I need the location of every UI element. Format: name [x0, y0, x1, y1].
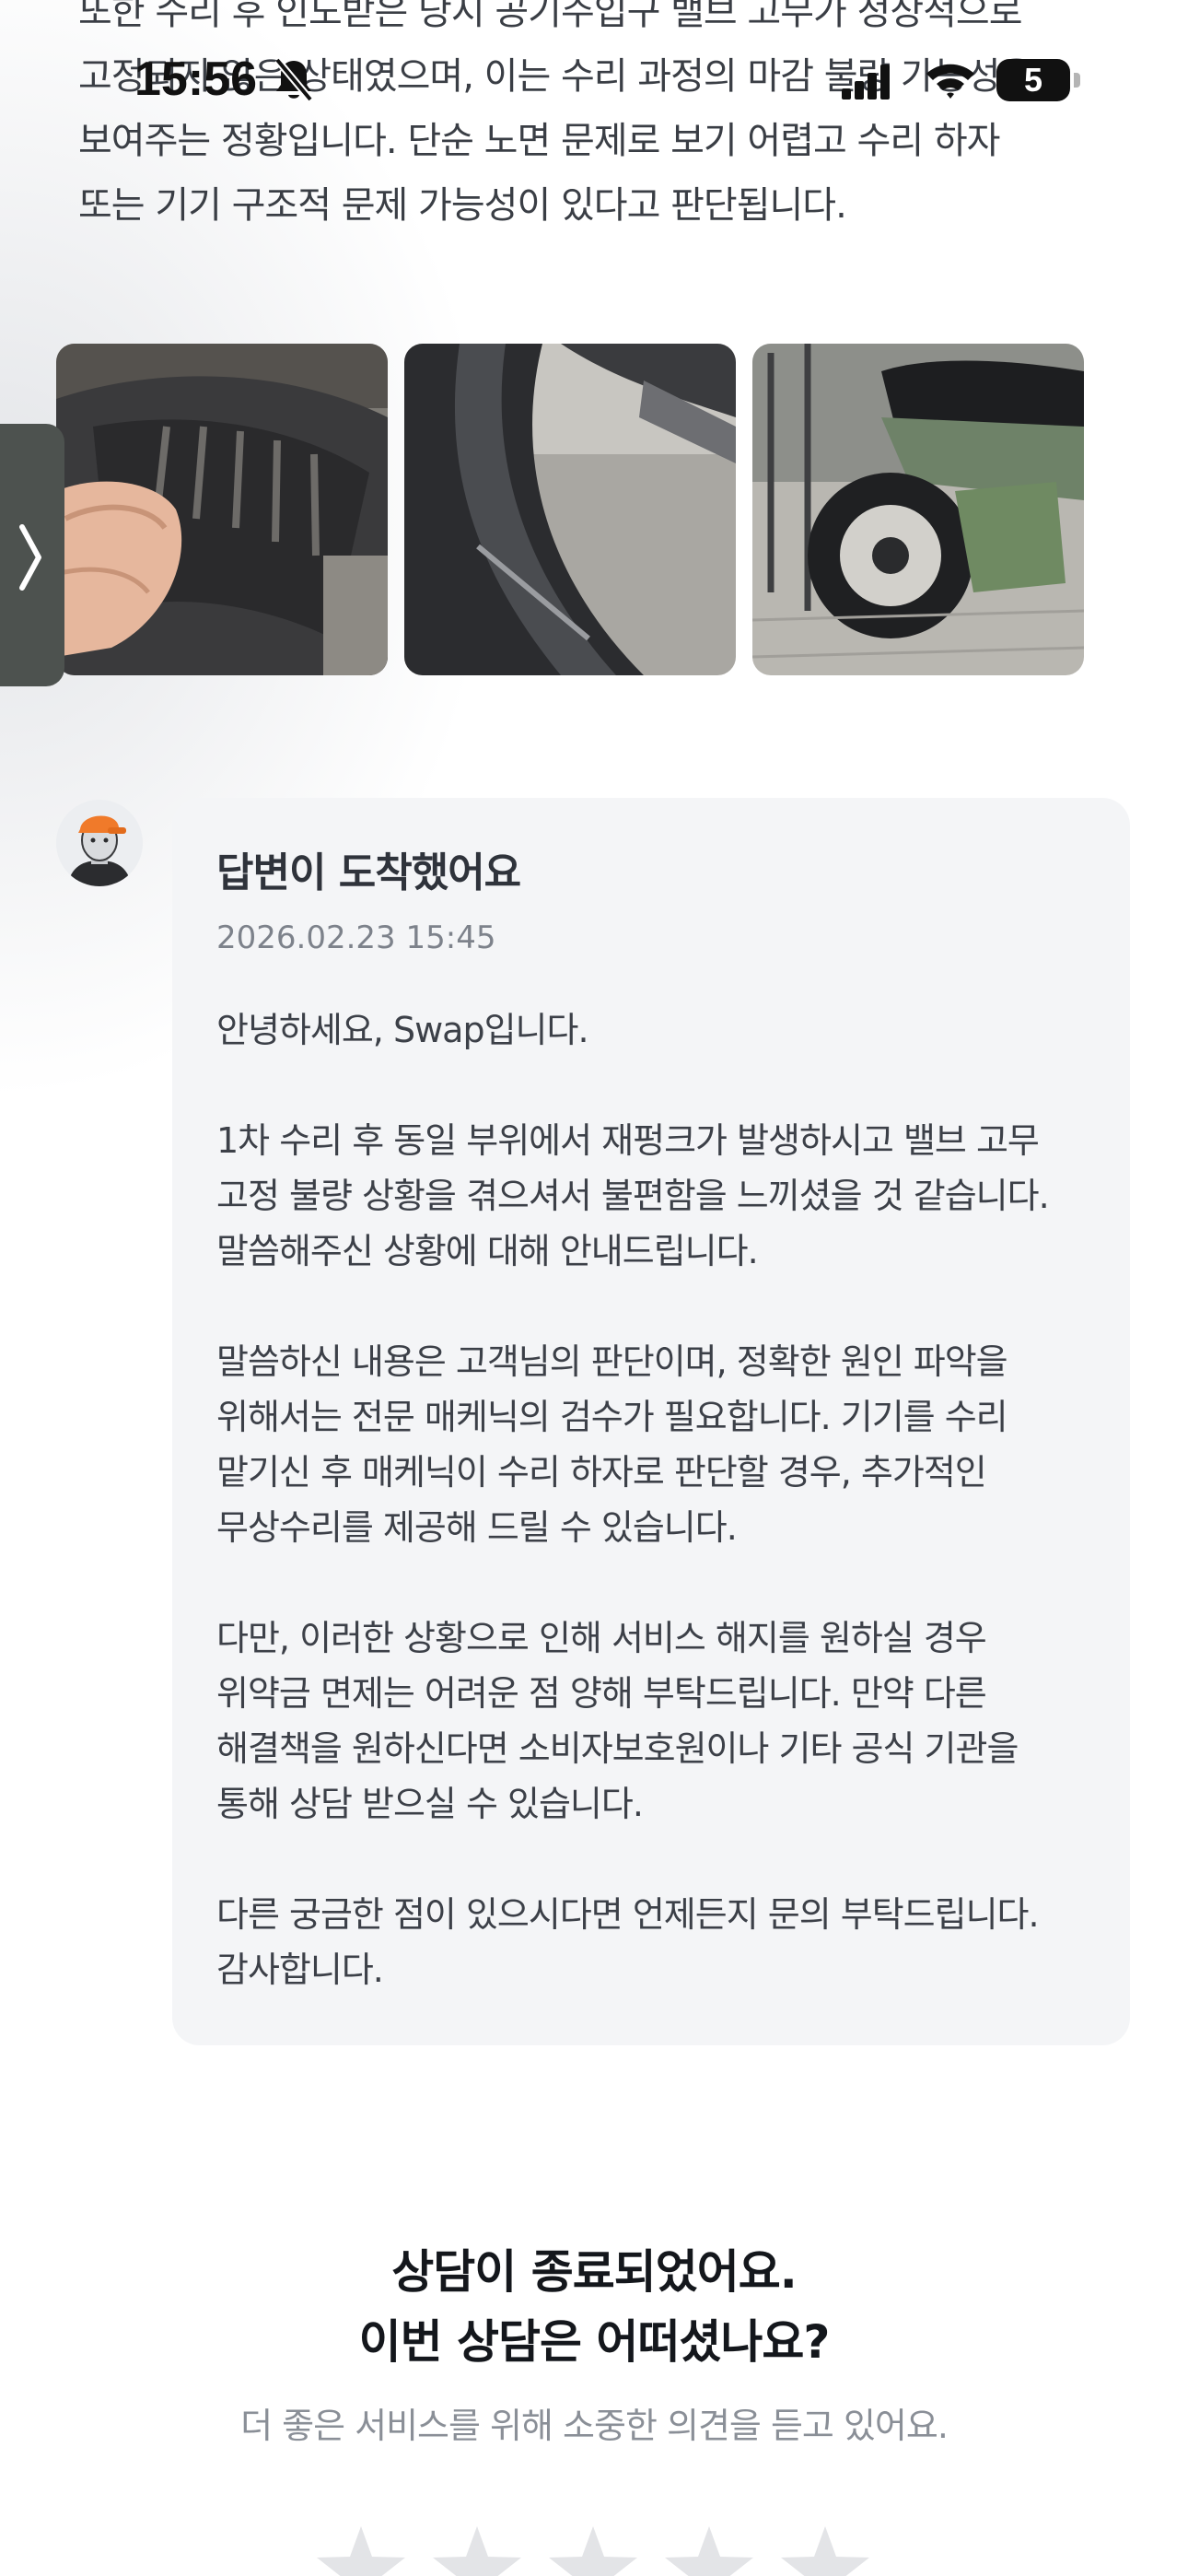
wifi-icon — [926, 64, 974, 99]
bell-off-icon — [274, 57, 314, 102]
status-time: 15:56 — [134, 53, 257, 106]
attachment-photo-wheel[interactable] — [404, 344, 736, 675]
star-icon[interactable] — [661, 2523, 757, 2576]
status-bar: 15:56 5 — [0, 44, 1188, 122]
answer-paragraph: 말씀하신 내용은 고객님의 판단이며, 정확한 원인 파악을 위해서는 전문 매… — [216, 1341, 1008, 1548]
rating-title-line: 상담이 종료되었어요. — [391, 2245, 797, 2299]
star-icon[interactable] — [545, 2523, 641, 2576]
user-message-line: 또는 기기 구조적 문제 가능성이 있다고 판단됩니다. — [78, 184, 847, 227]
battery-icon: 5 — [996, 59, 1081, 101]
star-icon[interactable] — [429, 2523, 525, 2576]
user-message-line: 또한 수리 후 인도받은 당시 공기주입구 밸브 고무가 정상적으로 — [78, 0, 1023, 33]
answer-date: 2026.02.23 15:45 — [216, 919, 496, 956]
chevron-right-icon — [19, 524, 41, 591]
star-rating — [313, 2523, 884, 2576]
attachment-photo-tire[interactable] — [56, 344, 388, 675]
star-icon[interactable] — [313, 2523, 409, 2576]
answer-body: 안녕하세요, Swap입니다. 1차 수리 후 동일 부위에서 재펑크가 발생하… — [216, 1002, 1086, 1997]
star-icon[interactable] — [777, 2523, 873, 2576]
drawer-handle[interactable] — [0, 424, 64, 686]
battery-level: 5 — [996, 59, 1070, 101]
signal-icon — [842, 64, 890, 100]
answer-title: 답변이 도착했어요 — [216, 849, 521, 896]
rating-subtitle: 더 좋은 서비스를 위해 소중한 의견을 듣고 있어요. — [240, 2406, 949, 2446]
agent-avatar — [56, 800, 143, 886]
answer-card: 답변이 도착했어요 2026.02.23 15:45 안녕하세요, Swap입니… — [172, 798, 1130, 2045]
attachment-photo-scooter[interactable] — [752, 344, 1084, 675]
battery-tip — [1074, 73, 1080, 88]
rating-title: 상담이 종료되었어요. 이번 상담은 어떠셨나요? — [0, 2237, 1188, 2377]
answer-paragraph: 다만, 이러한 상황으로 인해 서비스 해지를 원하실 경우 위약금 면제는 어… — [216, 1618, 1019, 1824]
rating-title-line: 이번 상담은 어떠셨나요? — [358, 2315, 831, 2369]
answer-paragraph: 1차 수리 후 동일 부위에서 재펑크가 발생하시고 밸브 고무 고정 불량 상… — [216, 1120, 1050, 1271]
answer-paragraph: 다른 궁금한 점이 있으시다면 언제든지 문의 부탁드립니다. 감사합니다. — [216, 1894, 1040, 1990]
answer-paragraph: 안녕하세요, Swap입니다. — [216, 1010, 589, 1050]
